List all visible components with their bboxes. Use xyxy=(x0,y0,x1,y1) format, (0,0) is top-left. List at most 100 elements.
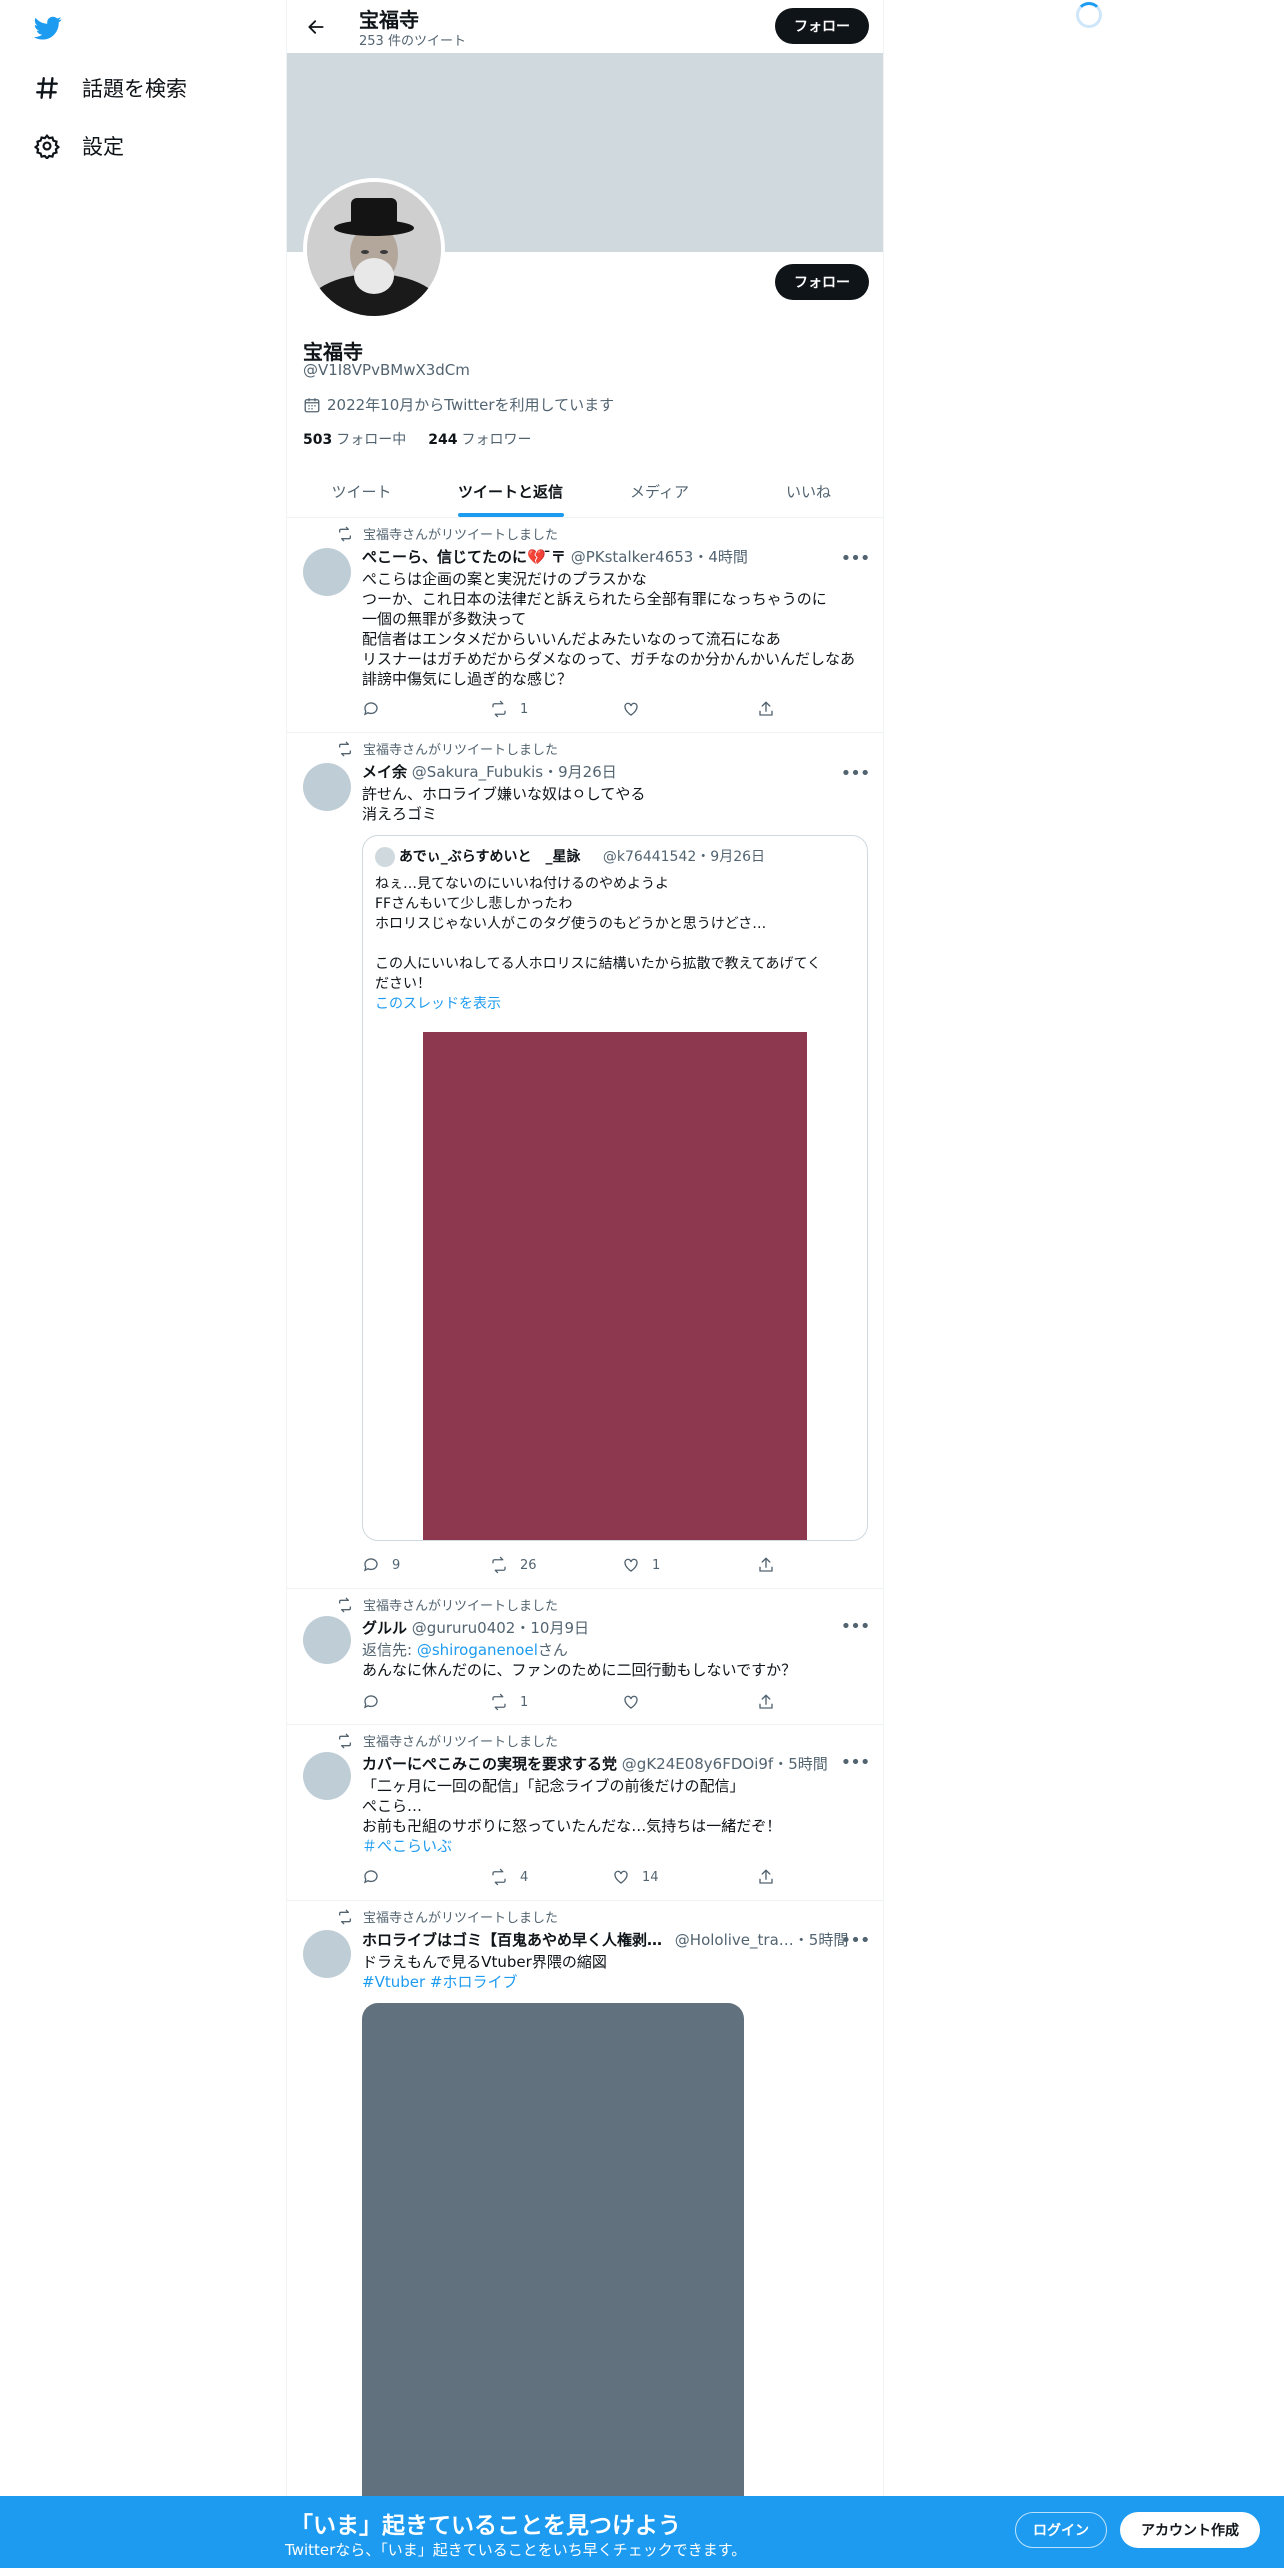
retweet-button[interactable]: 1 xyxy=(490,1693,528,1711)
retweet-icon xyxy=(339,526,351,541)
tweet-text-line: 配信者はエンタメだからいいんだよみたいなのって流石になあ xyxy=(362,630,781,648)
tweet-item[interactable]: 宝福寺さんがリツイートしました カバーにぺこみこの実現を要求する党 @gK24E… xyxy=(287,1725,883,1901)
heart-icon xyxy=(624,1695,638,1709)
tweet-time[interactable]: ・10月9日 xyxy=(515,1619,589,1637)
tweet-author-handle[interactable]: @gururu0402 xyxy=(412,1619,516,1637)
signup-button[interactable]: アカウント作成 xyxy=(1120,2512,1260,2548)
tweet-author-name[interactable]: ぺこーら、信じてたのに💔 ̄〒 xyxy=(362,548,566,566)
tweet-author-handle[interactable]: @Sakura_Fubukis xyxy=(412,763,543,781)
share-button[interactable] xyxy=(757,1868,775,1886)
tweet-author-name[interactable]: グルル xyxy=(362,1619,407,1637)
profile-avatar[interactable] xyxy=(303,178,445,320)
tab-tweets-and-replies[interactable]: ツイートと返信 xyxy=(436,465,585,517)
share-icon xyxy=(759,1869,773,1884)
signup-banner-subtitle: Twitterなら、「いま」起きていることをいち早くチェックできます。 xyxy=(285,2541,747,2559)
tweet-time[interactable]: ・9月26日 xyxy=(543,763,617,781)
tweet-body: ホロライブはゴミ【百鬼あやめ早く人権剥… @Hololive_tra…・5時間 … xyxy=(362,1929,868,1992)
share-icon xyxy=(759,701,773,716)
tweet-author-handle[interactable]: @PKstalker4653 xyxy=(571,548,694,566)
tab-media[interactable]: メディア xyxy=(585,465,734,517)
retweet-button[interactable]: 26 xyxy=(490,1556,537,1574)
tweet-author-avatar[interactable] xyxy=(303,548,351,596)
reply-button[interactable] xyxy=(362,1693,392,1711)
arrow-left-icon xyxy=(308,20,324,34)
nav-settings[interactable]: 設定 xyxy=(34,131,124,161)
quoted-tweet-image[interactable] xyxy=(423,1032,807,1540)
twitter-logo-icon[interactable] xyxy=(32,14,64,42)
tweet-time[interactable]: ・5時間 xyxy=(773,1755,828,1773)
joined-text: 2022年10月からTwitterを利用しています xyxy=(327,396,615,414)
tweet-item[interactable]: 宝福寺さんがリツイートしました ホロライブはゴミ【百鬼あやめ早く人権剥… @Ho… xyxy=(287,1901,883,2568)
share-button[interactable] xyxy=(757,700,775,718)
header-profile-name: 宝福寺 xyxy=(359,8,419,32)
tweet-text-line: ぺこら… xyxy=(362,1797,423,1815)
reply-icon xyxy=(363,1558,378,1572)
tweet-text-line: 許せん、ホロライブ嫌いな奴はㅇしてやる xyxy=(362,785,646,803)
tweet-body: カバーにぺこみこの実現を要求する党 @gK24E08y6FDOi9f・5時間 「… xyxy=(362,1753,868,1856)
nav-explore[interactable]: 話題を検索 xyxy=(34,73,187,103)
tweet-text-line: 誹謗中傷気にし過ぎ的な感じ？ xyxy=(362,670,573,688)
header-follow-button[interactable]: フォロー xyxy=(775,8,869,44)
retweet-count: 1 xyxy=(520,1694,529,1710)
back-button[interactable] xyxy=(301,12,331,42)
tweet-author-avatar[interactable] xyxy=(303,1616,351,1664)
tab-tweets[interactable]: ツイート xyxy=(287,465,436,517)
like-button[interactable]: 14 xyxy=(612,1868,659,1886)
tweet-author-avatar[interactable] xyxy=(303,763,351,811)
retweet-icon xyxy=(339,1733,351,1748)
show-thread-link[interactable]: このスレッドを表示 xyxy=(375,994,859,1014)
reply-to-link[interactable]: @shiroganenoel xyxy=(417,1641,538,1659)
tweet-image[interactable] xyxy=(362,2003,744,2568)
login-button[interactable]: ログイン xyxy=(1015,2512,1107,2548)
tweet-item[interactable]: 宝福寺さんがリツイートしました ぺこーら、信じてたのに💔 ̄〒 @PKstalk… xyxy=(287,518,883,733)
tweet-item[interactable]: 宝福寺さんがリツイートしました メイ余 @Sakura_Fubukis・9月26… xyxy=(287,733,883,1589)
tab-likes[interactable]: いいね xyxy=(734,465,883,517)
more-options-icon[interactable]: ••• xyxy=(841,1930,871,1951)
followers-label: フォロワー xyxy=(461,432,532,448)
tweet-text: 「二ヶ月に一回の配信」「記念ライブの前後だけの配信」 ぺこら… お前も卍組のサボ… xyxy=(362,1776,868,1856)
more-options-icon[interactable]: ••• xyxy=(841,1616,871,1637)
heart-icon xyxy=(624,702,638,716)
quoted-text-line: ねぇ…見てないのにいいね付けるのやめようよ xyxy=(375,876,669,892)
share-button[interactable] xyxy=(757,1556,775,1574)
tweet-text-line: お前も卍組のサボりに怒っていたんだな…気持ちは一緒だぞ！ xyxy=(362,1817,782,1835)
reply-icon xyxy=(363,702,378,716)
reply-count: 9 xyxy=(392,1557,401,1573)
retweet-indicator-text: 宝福寺さんがリツイートしました xyxy=(363,1911,559,1926)
tweet-author-name[interactable]: カバーにぺこみこの実現を要求する党 xyxy=(362,1755,617,1773)
tweet-time[interactable]: ・4時間 xyxy=(693,548,748,566)
reply-button[interactable]: 9 xyxy=(362,1556,400,1574)
tweet-author-handle[interactable]: @gK24E08y6FDOi9f xyxy=(622,1755,773,1773)
followers-link[interactable]: 244 フォロワー xyxy=(428,429,531,449)
like-button[interactable] xyxy=(622,700,652,718)
quoted-tweet[interactable]: あでぃ_ぶらすめいと _星詠 @k76441542・9月26日 ねぇ…見てないの… xyxy=(362,835,868,1541)
tweet-author-handle[interactable]: @Hololive_tra… xyxy=(675,1931,794,1949)
more-options-icon[interactable]: ••• xyxy=(841,548,871,569)
reply-button[interactable] xyxy=(362,700,392,718)
tweet-body: ぺこーら、信じてたのに💔 ̄〒 @PKstalker4653・4時間 ぺこらは企… xyxy=(362,546,868,689)
quoted-text-line: FFさんもいて少し悲しかったわ xyxy=(375,896,573,912)
tweet-item[interactable]: 宝福寺さんがリツイートしました グルル @gururu0402・10月9日 返信… xyxy=(287,1589,883,1725)
tweet-author-avatar[interactable] xyxy=(303,1930,351,1978)
profile-follow-button[interactable]: フォロー xyxy=(775,264,869,300)
like-button[interactable] xyxy=(622,1693,652,1711)
tweet-actions: 9 26 1 xyxy=(362,1556,802,1576)
tweet-author-avatar[interactable] xyxy=(303,1752,351,1800)
quoted-text-line xyxy=(375,934,859,954)
tweet-author-name[interactable]: ホロライブはゴミ【百鬼あやめ早く人権剥… xyxy=(362,1931,662,1949)
like-button[interactable]: 1 xyxy=(622,1556,660,1574)
tweet-text-line: リスナーはガチめだからダメなのって、ガチなのか分かんかいんだしなあ xyxy=(362,650,856,668)
reply-button[interactable] xyxy=(362,1868,392,1886)
share-button[interactable] xyxy=(757,1693,775,1711)
retweet-button[interactable]: 4 xyxy=(490,1868,528,1886)
retweet-icon xyxy=(492,1868,506,1886)
hashtag-link[interactable]: ＃ぺこらいぶ xyxy=(362,1836,868,1856)
retweet-button[interactable]: 1 xyxy=(490,700,528,718)
loading-spinner-icon xyxy=(1076,2,1102,28)
hashtag-links[interactable]: #Vtuber #ホロライブ xyxy=(362,1972,868,1992)
share-icon xyxy=(759,1694,773,1709)
following-link[interactable]: 503 フォロー中 xyxy=(303,429,406,449)
more-options-icon[interactable]: ••• xyxy=(841,1752,871,1773)
tweet-author-name[interactable]: メイ余 xyxy=(362,763,407,781)
more-options-icon[interactable]: ••• xyxy=(841,763,871,784)
